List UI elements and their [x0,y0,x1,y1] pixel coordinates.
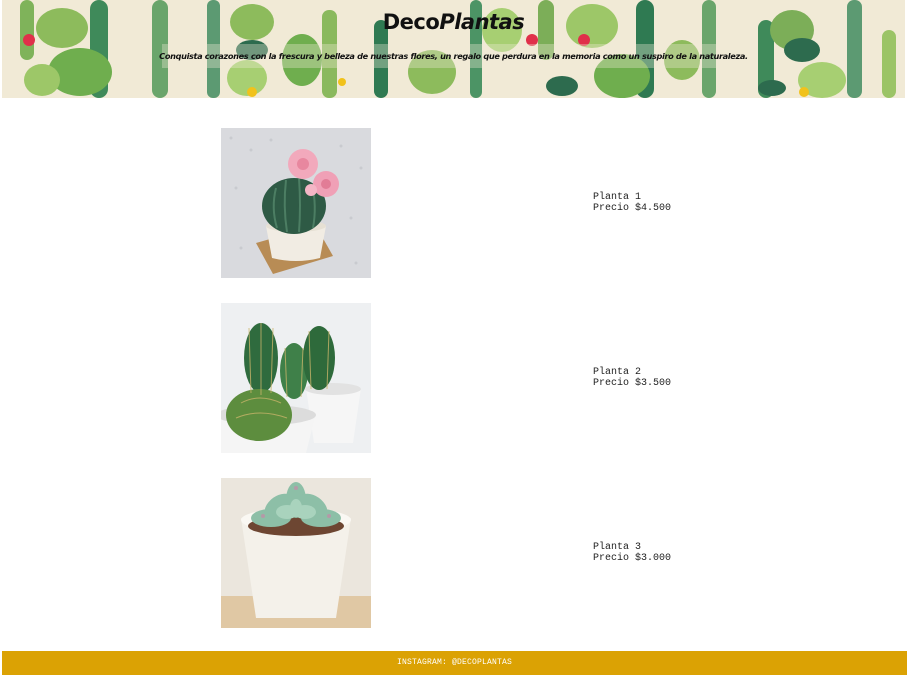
site-logo-title: DecoPlantas [2,10,905,34]
brand-plantas: Plantas [439,10,525,34]
product-name: Planta 2 [593,367,642,378]
product-item: Planta 3 Precio $3.000 [0,478,907,628]
header-banner: DecoPlantas Conquista corazones con la f… [2,0,905,98]
product-name: Planta 3 [593,542,642,553]
instagram-link[interactable]: INSTAGRAM: @DECOPLANTAS [397,658,512,667]
echeveria-succulent-photo [221,478,371,628]
product-image [221,128,371,278]
flowering-cactus-photo [221,128,371,278]
product-image [221,478,371,628]
small-cacti-photo [221,303,371,453]
product-image [221,303,371,453]
header-tagline: Conquista corazones con la frescura y be… [159,51,748,61]
footer-bar: INSTAGRAM: @DECOPLANTAS [2,651,907,675]
product-name: Planta 1 [593,192,642,203]
product-price: Precio $3.000 [593,553,672,564]
product-info: Planta 2 Precio $3.500 [593,367,671,389]
product-item: Planta 2 Precio $3.500 [0,303,907,453]
product-price: Precio $3.500 [593,378,672,389]
product-item: Planta 1 Precio $4.500 [0,128,907,278]
product-info: Planta 1 Precio $4.500 [593,192,671,214]
brand-deco: Deco [382,10,440,34]
product-info: Planta 3 Precio $3.000 [593,542,671,564]
product-price: Precio $4.500 [593,203,672,214]
